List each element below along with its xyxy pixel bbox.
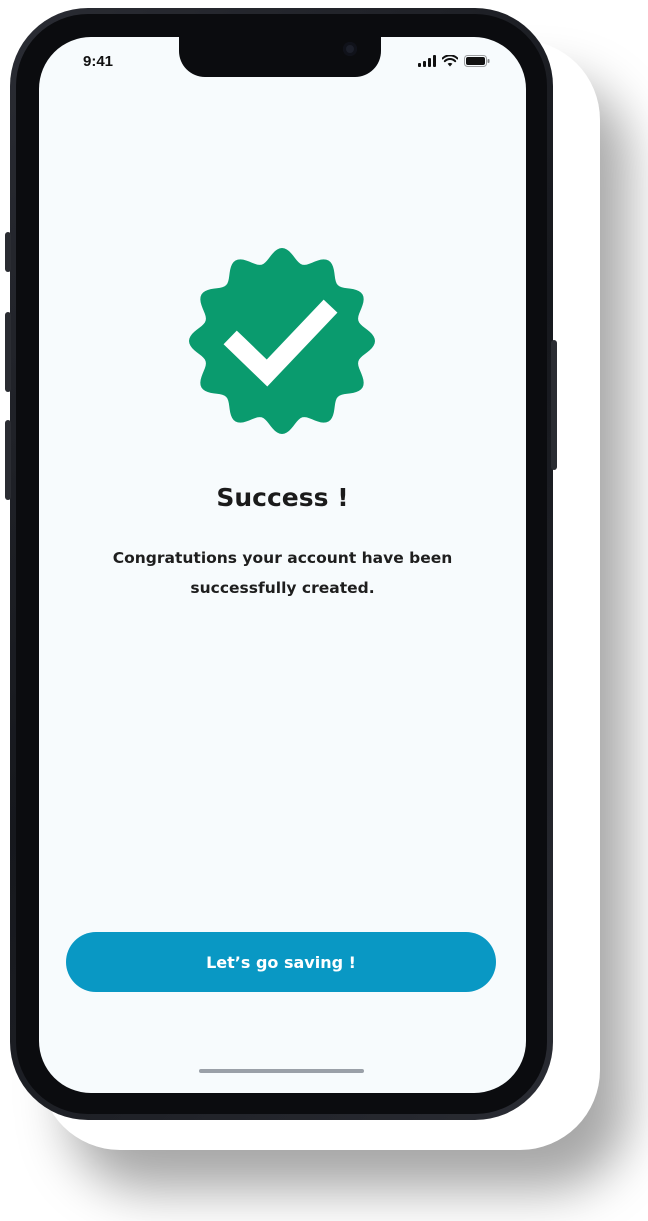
mute-switch [5,232,11,272]
signal-icon [418,55,436,67]
battery-icon [464,55,490,67]
front-camera [343,42,357,56]
notch [179,37,381,77]
wifi-icon [442,55,458,67]
power-button [551,340,557,470]
success-title: Success ! [216,483,349,512]
volume-up-button [5,312,11,392]
status-time: 9:41 [83,53,114,70]
status-icons [418,55,490,67]
home-indicator[interactable] [199,1069,364,1073]
stage: 9:41 Success ! Congratutions your accoun… [0,0,648,1221]
success-badge [182,241,382,441]
lets-go-saving-button[interactable]: Let’s go saving ! [66,932,496,992]
volume-down-button [5,420,11,500]
phone-screen: 9:41 Success ! Congratutions your accoun… [39,37,526,1093]
verified-check-badge-icon [189,248,375,434]
success-message: Congratutions your account have been suc… [112,549,453,597]
